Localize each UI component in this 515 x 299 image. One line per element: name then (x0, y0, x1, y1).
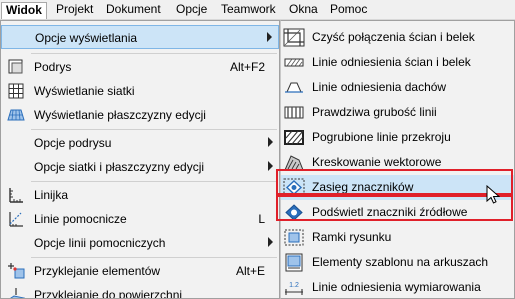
drawing-frames-icon (283, 228, 305, 247)
submenu-item-bold-cut-lines[interactable]: Pogrubione linie przekroju (281, 125, 514, 150)
vector-hatch-icon (283, 153, 305, 172)
submenu-item-wall-reference-lines[interactable]: Linie odniesienia ścian i belek (281, 50, 514, 75)
roof-reference-lines-icon (283, 78, 305, 97)
snap-elements-icon (7, 263, 25, 279)
submenu-item-label: Czyść połączenia ścian i belek (312, 30, 475, 44)
menu-item-podrys-options[interactable]: Opcje podrysu (1, 131, 279, 155)
guide-lines-icon (7, 211, 25, 227)
menu-item-label: Linie pomocnicze (34, 212, 127, 226)
shortcut-label: Alt+E (235, 264, 265, 278)
menu-widok[interactable]: Widok (1, 2, 47, 19)
snap-surface-icon (7, 287, 26, 298)
shortcut-label: L (258, 212, 265, 226)
shortcut-label: Alt+F2 (229, 60, 265, 74)
menu-item-snap-surface[interactable]: Przyklejanie do powierzchni (1, 283, 279, 299)
submenu-item-label: Podświetl znaczniki źródłowe (312, 205, 468, 219)
menu-separator (31, 53, 277, 54)
submenu-item-label: Linie odniesienia wymiarowania (312, 280, 481, 294)
menu-item-label: Wyświetlanie siatki (34, 84, 135, 98)
submenu-item-dimension-reference-lines[interactable]: 1.2 Linie odniesienia wymiarowania (281, 275, 514, 298)
submenu-item-master-layout-elements[interactable]: Elementy szablonu na arkuszach (281, 250, 514, 275)
submenu-arrow-icon (268, 237, 273, 247)
menu-item-label: Przyklejanie elementów (34, 264, 161, 278)
view-menu-dropdown: Opcje wyświetlania Podrys Alt+F2 Wyświet… (0, 20, 280, 299)
submenu-item-drawing-frames[interactable]: Ramki rysunku (281, 225, 514, 250)
submenu-arrow-icon (268, 137, 273, 147)
menu-item-label: Opcje podrysu (34, 136, 112, 150)
dimension-reference-lines-icon: 1.2 (283, 278, 305, 297)
menu-item-edit-plane-display[interactable]: Wyświetlanie płaszczyzny edycji (1, 103, 279, 127)
menu-item-podrys[interactable]: Podrys Alt+F2 (1, 55, 279, 79)
submenu-item-roof-reference-lines[interactable]: Linie odniesienia dachów (281, 75, 514, 100)
menu-dokument[interactable]: Dokument (102, 2, 165, 19)
edit-plane-icon (7, 107, 25, 123)
ruler-icon (7, 187, 25, 203)
menu-item-label: Opcje linii pomocniczych (34, 236, 166, 250)
submenu-item-label: Ramki rysunku (312, 230, 392, 244)
submenu-item-label: Kreskowanie wektorowe (312, 155, 442, 169)
submenu-item-label: Zasięg znaczników (312, 180, 414, 194)
submenu-item-highlight-source-markers[interactable]: Podświetl znaczniki źródłowe (281, 200, 514, 225)
submenu-item-label: Linie odniesienia dachów (312, 80, 447, 94)
menu-item-label: Opcje siatki i płaszczyzny edycji (34, 160, 205, 174)
menu-item-grid-plane-options[interactable]: Opcje siatki i płaszczyzny edycji (1, 155, 279, 179)
menu-bar: Widok Projekt Dokument Opcje Teamwork Ok… (0, 0, 515, 20)
bold-cut-lines-icon (283, 128, 305, 147)
menu-separator (31, 181, 277, 182)
submenu-item-label: Prawdziwa grubość linii (312, 105, 437, 119)
menu-separator (31, 257, 277, 258)
marker-range-icon (283, 178, 305, 197)
menu-teamwork[interactable]: Teamwork (217, 2, 280, 19)
menu-item-label: Wyświetlanie płaszczyzny edycji (34, 108, 206, 122)
menu-item-display-options[interactable]: Opcje wyświetlania (1, 25, 279, 49)
menu-item-label: Podrys (34, 60, 72, 74)
menu-opcje[interactable]: Opcje (172, 2, 211, 19)
true-line-weight-icon (283, 103, 305, 122)
grid-icon (7, 83, 25, 99)
menu-pomoc[interactable]: Pomoc (326, 2, 371, 19)
submenu-arrow-icon (268, 161, 273, 171)
menu-okna[interactable]: Okna (285, 2, 322, 19)
wall-reference-lines-icon (283, 53, 305, 72)
menu-item-label: Opcje wyświetlania (35, 31, 138, 45)
submenu-item-true-line-weight[interactable]: Prawdziwa grubość linii (281, 100, 514, 125)
submenu-item-clean-junctions[interactable]: Czyść połączenia ścian i belek (281, 25, 514, 50)
podrys-icon (7, 59, 25, 75)
menu-item-guide-lines[interactable]: Linie pomocnicze L (1, 207, 279, 231)
submenu-item-marker-range[interactable]: Zasięg znaczników (281, 175, 514, 200)
submenu-arrow-icon (267, 32, 272, 42)
display-options-submenu: Czyść połączenia ścian i belek Linie odn… (280, 20, 515, 299)
clean-junctions-icon (283, 28, 305, 47)
menu-item-snap-elements[interactable]: Przyklejanie elementów Alt+E (1, 259, 279, 283)
menu-item-grid-display[interactable]: Wyświetlanie siatki (1, 79, 279, 103)
mouse-cursor-icon (486, 184, 501, 205)
submenu-item-label: Pogrubione linie przekroju (312, 130, 451, 144)
highlight-source-markers-icon (283, 203, 305, 222)
submenu-item-label: Linie odniesienia ścian i belek (312, 55, 471, 69)
submenu-item-vector-hatch[interactable]: Kreskowanie wektorowe (281, 150, 514, 175)
master-layout-elements-icon (283, 253, 305, 272)
svg-text:1.2: 1.2 (289, 282, 299, 289)
submenu-item-label: Elementy szablonu na arkuszach (312, 255, 489, 269)
menu-item-label: Przyklejanie do powierzchni (34, 288, 183, 299)
menu-item-guide-line-options[interactable]: Opcje linii pomocniczych (1, 231, 279, 255)
menu-separator (31, 129, 277, 130)
menu-item-label: Linijka (34, 188, 69, 202)
menu-projekt[interactable]: Projekt (52, 2, 97, 19)
menu-item-ruler[interactable]: Linijka (1, 183, 279, 207)
